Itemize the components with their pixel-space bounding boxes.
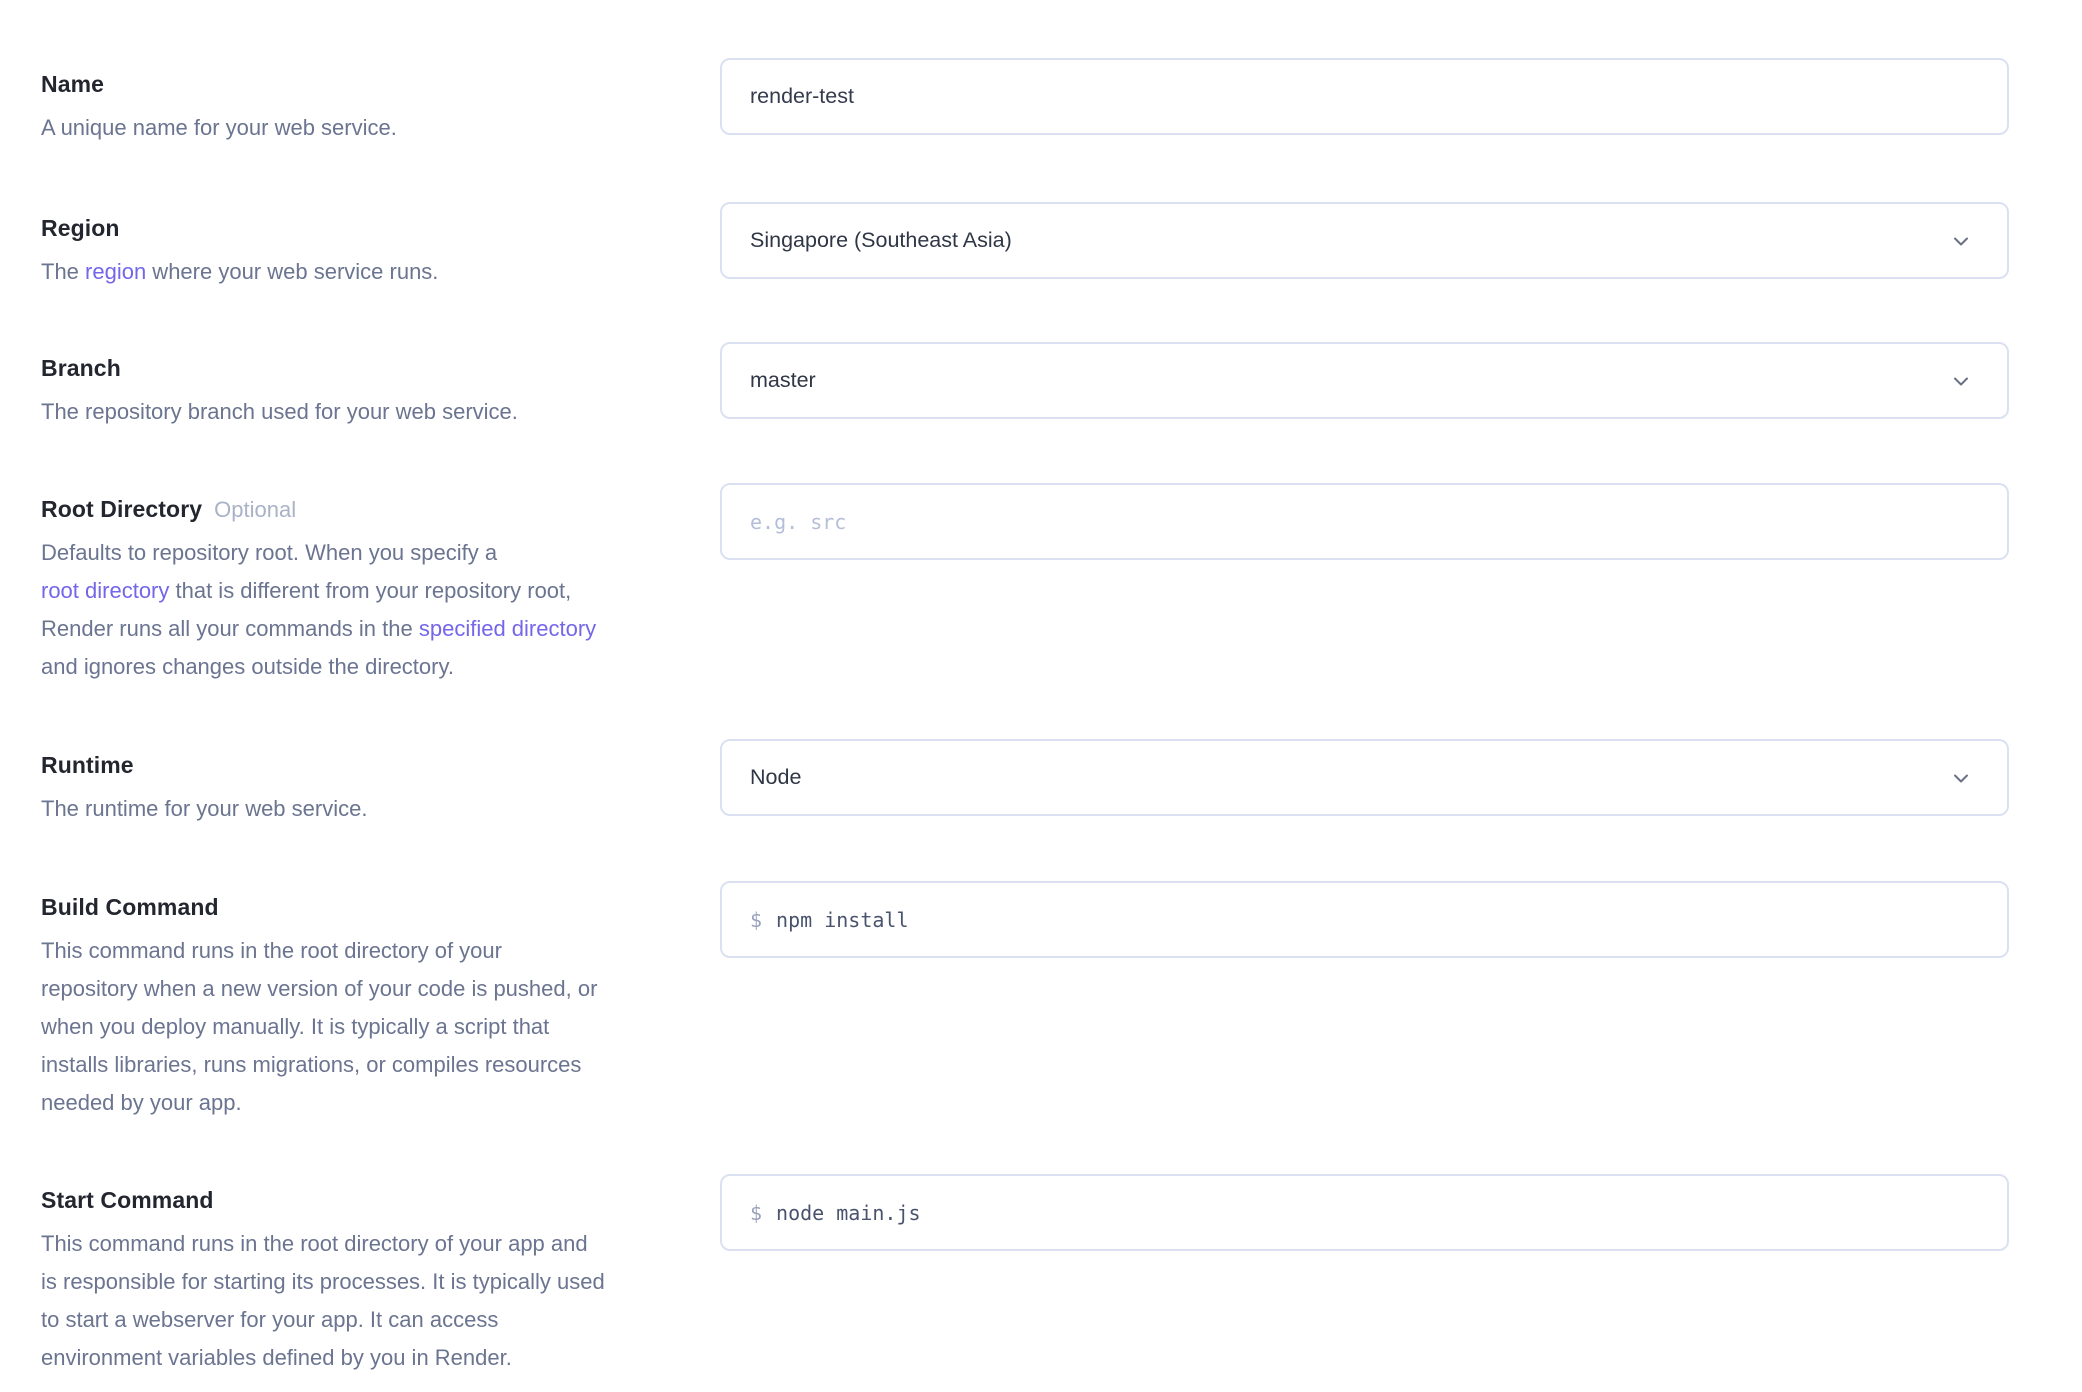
name-description: A unique name for your web service. [41, 109, 701, 147]
build-command-info: Build Command This command runs in the r… [41, 893, 701, 1122]
build-command-desc-line3: when you deploy manually. It is typicall… [41, 1008, 701, 1046]
specified-directory-link[interactable]: specified directory [419, 616, 596, 641]
start-command-description: This command runs in the root directory … [41, 1225, 701, 1377]
start-command-label: Start Command [41, 1187, 214, 1213]
root-directory-desc-line4: and ignores changes outside the director… [41, 648, 701, 686]
name-info: Name A unique name for your web service. [41, 70, 701, 147]
build-command-field: $ [720, 881, 2009, 958]
root-directory-desc-line1: Defaults to repository root. When you sp… [41, 534, 701, 572]
build-command-label: Build Command [41, 894, 219, 920]
branch-select[interactable]: master [720, 342, 2009, 419]
build-command-desc-line2: repository when a new version of your co… [41, 970, 701, 1008]
shell-prompt-prefix: $ [750, 1201, 762, 1225]
root-directory-input[interactable] [750, 485, 1979, 558]
root-directory-desc-line3-pre: Render runs all your commands in the [41, 616, 419, 641]
branch-description: The repository branch used for your web … [41, 393, 701, 431]
shell-prompt-prefix: $ [750, 908, 762, 932]
build-command-description: This command runs in the root directory … [41, 932, 701, 1122]
region-label: Region [41, 215, 120, 241]
runtime-select-value: Node [750, 765, 801, 790]
start-command-info: Start Command This command runs in the r… [41, 1186, 701, 1377]
build-command-desc-line4: installs libraries, runs migrations, or … [41, 1046, 701, 1084]
start-command-desc-line3: to start a webserver for your app. It ca… [41, 1301, 701, 1339]
root-directory-link[interactable]: root directory [41, 578, 169, 603]
name-input[interactable] [750, 60, 1979, 133]
start-command-desc-line1: This command runs in the root directory … [41, 1225, 701, 1263]
root-directory-desc-line2-rest: that is different from your repository r… [169, 578, 571, 603]
root-directory-field [720, 483, 2009, 560]
runtime-info: Runtime The runtime for your web service… [41, 751, 701, 828]
runtime-select[interactable]: Node [720, 739, 2009, 816]
chevron-down-icon [1949, 369, 1973, 393]
region-desc-post: where your web service runs. [146, 259, 438, 284]
build-command-desc-line5: needed by your app. [41, 1084, 701, 1122]
root-directory-desc-line2: root directory that is different from yo… [41, 572, 701, 610]
branch-label: Branch [41, 355, 121, 381]
build-command-desc-line1: This command runs in the root directory … [41, 932, 701, 970]
optional-badge: Optional [214, 497, 296, 522]
root-directory-description: Defaults to repository root. When you sp… [41, 534, 701, 686]
chevron-down-icon [1949, 766, 1973, 790]
region-link[interactable]: region [85, 259, 146, 284]
region-desc-pre: The [41, 259, 85, 284]
runtime-label: Runtime [41, 752, 134, 778]
start-command-desc-line2: is responsible for starting its processe… [41, 1263, 701, 1301]
chevron-down-icon [1949, 229, 1973, 253]
region-select[interactable]: Singapore (Southeast Asia) [720, 202, 2009, 279]
region-info: Region The region where your web service… [41, 214, 701, 291]
build-command-input[interactable] [776, 883, 1979, 956]
start-command-field: $ [720, 1174, 2009, 1251]
region-select-value: Singapore (Southeast Asia) [750, 228, 1012, 253]
root-directory-desc-line3: Render runs all your commands in the spe… [41, 610, 701, 648]
root-directory-info: Root Directory Optional Defaults to repos… [41, 495, 701, 686]
start-command-desc-line4: environment variables defined by you in … [41, 1339, 701, 1377]
name-field [720, 58, 2009, 135]
start-command-input[interactable] [776, 1176, 1979, 1249]
runtime-description: The runtime for your web service. [41, 790, 701, 828]
name-label: Name [41, 71, 104, 97]
region-description: The region where your web service runs. [41, 253, 701, 291]
root-directory-label: Root Directory [41, 496, 202, 522]
branch-info: Branch The repository branch used for yo… [41, 354, 701, 431]
branch-select-value: master [750, 368, 816, 393]
